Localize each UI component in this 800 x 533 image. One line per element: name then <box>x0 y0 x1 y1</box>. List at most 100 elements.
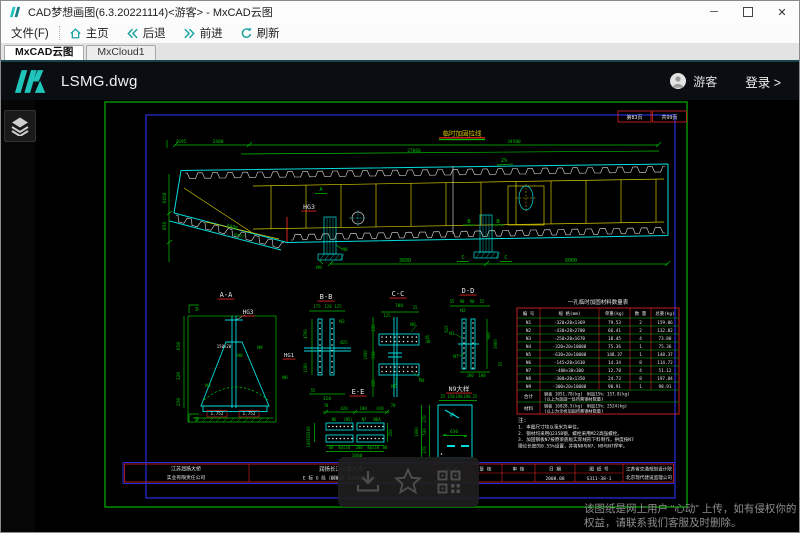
titlebar: CAD梦想画图(6.3.20221114)<游客> - MxCAD云图 ─ ✕ <box>1 1 799 23</box>
table-cell: 4 <box>639 368 642 374</box>
cad-label: 200 <box>466 373 474 378</box>
cad-label: 650 <box>176 342 182 350</box>
tabbar: MxCAD云图 MxCloud1 <box>1 44 799 60</box>
table-cell: N9 <box>526 384 532 390</box>
home-button[interactable]: 主页 <box>69 25 109 41</box>
avatar-icon[interactable] <box>670 73 686 89</box>
forward-button[interactable]: 前进 <box>183 25 223 41</box>
table-header: 数 量 <box>635 310 647 317</box>
cad-label: 858 <box>162 222 168 230</box>
menubar: 文件(F) 主页 后退 前进 刷新 <box>1 23 799 44</box>
window-title: CAD梦想画图(6.3.20221114)<游客> - MxCAD云图 <box>28 4 273 20</box>
cad-label: N3 <box>339 319 345 325</box>
table-cell: N1 <box>526 320 532 326</box>
back-icon <box>126 27 139 40</box>
table-cell: N4 <box>526 344 532 350</box>
table-cell: 98.91 <box>659 384 672 390</box>
cad-label: 25 <box>473 394 478 399</box>
cad-label: 350 <box>388 429 393 437</box>
table-cell: 51.12 <box>659 368 672 374</box>
table-cell: -250×20×1670 <box>554 336 585 342</box>
table-cell: -320×20×1369 <box>554 320 585 326</box>
cad-label: N9 <box>257 345 263 351</box>
note-line: 1. 本图尺寸均以毫米为单位。 <box>518 423 581 430</box>
main-canvas-area: 第83页共99页1695240034500270602%645885864806… <box>1 100 799 532</box>
table-cell: 159.06 <box>657 320 673 326</box>
table-cell: -300×20×10000 <box>553 384 587 390</box>
table-cell: 18.45 <box>608 336 621 342</box>
tab-mxcloud1[interactable]: MxCloud1 <box>86 45 155 60</box>
home-icon <box>69 27 82 40</box>
qrcode-icon[interactable] <box>435 468 463 496</box>
refresh-button[interactable]: 刷新 <box>240 25 280 41</box>
app-window: CAD梦想画图(6.3.20221114)<游客> - MxCAD云图 ─ ✕ … <box>0 0 800 533</box>
cad-label: 6458 <box>162 192 168 203</box>
cad-label: 55 <box>311 388 316 393</box>
page-tag: 共99页 <box>661 114 677 121</box>
username-label: 游客 <box>693 73 717 90</box>
home-label: 主页 <box>86 25 109 41</box>
table-cell: 4 <box>639 336 642 342</box>
cad-label: 4@110 <box>338 445 351 450</box>
close-button[interactable]: ✕ <box>765 1 799 23</box>
cad-label: 625 <box>444 325 449 333</box>
cad-label: 1.752 <box>211 411 224 417</box>
table-cell: N3 <box>526 336 532 342</box>
table-cell: N8 <box>526 376 532 382</box>
table-summary-line: (以上为全桥加固所需钢材数量) <box>544 408 603 415</box>
cad-label: 530 <box>371 351 376 359</box>
cad-label: 150×20 <box>217 344 232 349</box>
cad-label: N6A <box>373 417 381 422</box>
cad-label: 320 <box>323 396 331 402</box>
tab-mxcad-cloud[interactable]: MxCAD云图 <box>4 45 84 60</box>
favorite-star-icon[interactable] <box>393 467 423 497</box>
cad-label: 250 <box>176 398 182 406</box>
cad-label: 6000 <box>565 258 577 264</box>
forward-label: 前进 <box>200 25 223 41</box>
cad-label: 27060 <box>407 148 421 154</box>
cad-label: 420 <box>340 406 348 411</box>
cad-label: 235 <box>371 379 376 387</box>
titleblock-company: 实业有限责任公司 <box>167 474 206 481</box>
cad-text-labels: 第83页共99页1695240034500270602%645885864806… <box>162 114 678 482</box>
table-cell: 2 <box>639 320 642 326</box>
login-button[interactable]: 登录 > <box>745 72 781 91</box>
cad-label: 25 <box>413 305 418 310</box>
cad-label: N8 <box>342 247 348 253</box>
titleblock-field-label: 审 核 <box>513 466 525 473</box>
table-header: 总重(kg) <box>655 310 674 317</box>
cad-label: 270 <box>422 415 427 423</box>
cad-label: N7 <box>362 417 367 422</box>
table-cell: -300×20×1350 <box>554 376 585 382</box>
table-summary-label: 材料 <box>524 405 534 412</box>
cad-label: C-C <box>392 290 405 298</box>
titleblock-company: 江苏省交通规划设计院 <box>626 466 672 473</box>
table-cell: 98.91 <box>608 384 621 390</box>
back-button[interactable]: 后退 <box>126 25 166 41</box>
maximize-button[interactable] <box>731 1 765 23</box>
cad-label: B <box>467 219 471 225</box>
minimize-button[interactable]: ─ <box>697 1 731 23</box>
cad-label: 530 <box>422 428 427 436</box>
cad-label: 125 <box>334 304 342 309</box>
cad-label: 200 <box>355 445 363 450</box>
cad-label: 270 <box>422 446 427 454</box>
beam-elevation-view <box>167 138 670 267</box>
cad-label: Ø25 <box>340 340 348 345</box>
cad-label: 1000 <box>414 427 419 437</box>
app-header: LSMG.dwg 游客 登录 > <box>1 60 799 100</box>
cad-label: 190 <box>463 394 471 399</box>
app-icon <box>9 6 22 19</box>
table-cell: 79.53 <box>608 320 621 326</box>
cad-label: 临时加固拉线 <box>443 129 483 138</box>
download-icon[interactable] <box>354 468 382 496</box>
table-cell: 114.72 <box>657 360 673 366</box>
table-cell: N2 <box>526 328 532 334</box>
cad-label: 4@110 <box>367 445 380 450</box>
file-menu[interactable]: 文件(F) <box>9 25 57 41</box>
page-tag: 第83页 <box>626 114 642 121</box>
table-cell: 75.36 <box>608 344 621 350</box>
cad-label: 40 <box>426 339 431 344</box>
generated-cad-geometry <box>123 111 687 484</box>
table-cell: 1 <box>639 344 642 350</box>
